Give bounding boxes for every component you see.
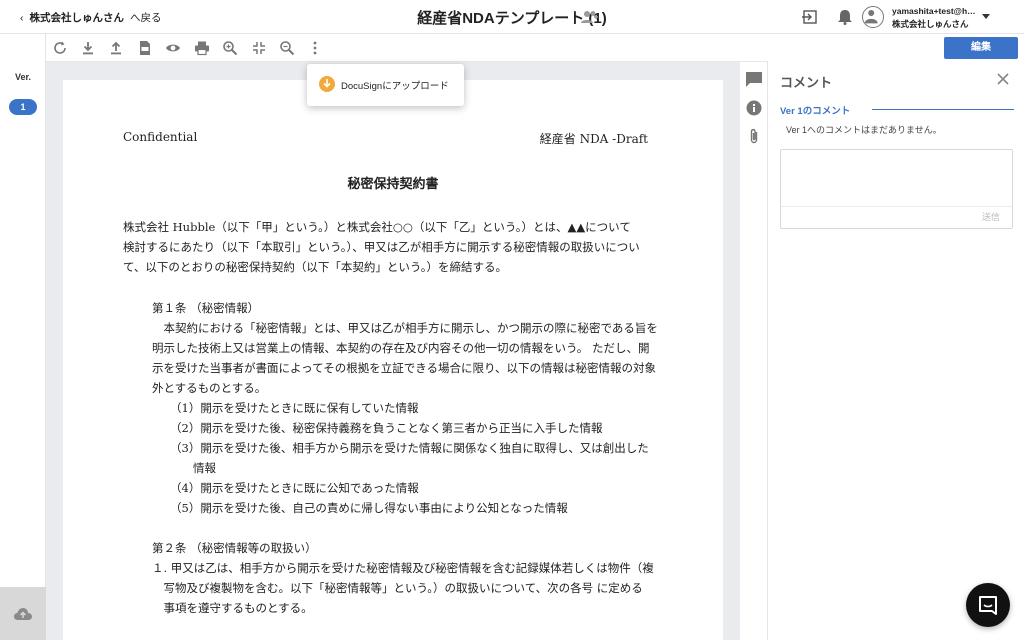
support-chat-button[interactable] — [966, 583, 1010, 627]
version-rail: Ver. 1 — [0, 34, 46, 640]
back-label: へ戻る — [130, 12, 162, 24]
article-1-items: （1）開示を受けたときに既に保有していた情報 （2）開示を受けた後、秘密保持義務… — [170, 398, 649, 518]
bell-icon[interactable] — [836, 9, 854, 25]
back-link[interactable]: ‹ 株式会社しゅんさん へ戻る — [20, 10, 162, 25]
comment-composer: 送信 — [780, 149, 1013, 229]
contract-title: 秘密保持契約書 — [347, 177, 439, 192]
user-org[interactable]: 株式会社しゅんさん — [892, 18, 969, 30]
user-menu-caret-icon[interactable] — [982, 14, 990, 19]
intro-paragraph: 株式会社 Hubble（以下「甲」という。）と株式会社○○（以下「乙」という。）… — [123, 217, 640, 277]
confidential-label: Confidential — [123, 130, 198, 144]
docusign-upload-menu[interactable]: DocuSignにアップロード — [307, 64, 464, 106]
more-icon[interactable] — [307, 40, 323, 56]
composer-divider — [781, 206, 1012, 207]
user-email[interactable]: yamashita+test@hubble-docs.com — [892, 6, 976, 16]
draft-label: 経産省 NDA -Draft — [539, 132, 648, 146]
info-icon[interactable] — [745, 99, 763, 117]
fit-icon[interactable] — [251, 40, 267, 56]
download-icon[interactable] — [80, 40, 96, 56]
comment-version-heading: Ver 1のコメント — [780, 106, 851, 117]
intro-line: 株式会社 Hubble（以下「甲」という。）と株式会社○○（以下「乙」という。）… — [123, 220, 631, 234]
list-item: （1）開示を受けたときに既に保有していた情報 — [170, 401, 419, 415]
comment-panel-title: コメント — [780, 75, 833, 90]
side-tab-strip — [740, 62, 768, 640]
version-badge[interactable]: 1 — [9, 99, 37, 115]
version-label: Ver. — [14, 72, 32, 82]
list-item: （3）開示を受けた後、相手方から開示を受けた情報に関係なく独自に取得し、又は創出… — [170, 441, 649, 455]
article-2: 第２条 （秘密情報等の取扱い） １. 甲又は乙は、相手方から開示を受けた秘密情報… — [152, 538, 654, 618]
article-1-title: 第１条 （秘密情報） — [152, 301, 260, 315]
refresh-icon[interactable] — [52, 40, 68, 56]
docusign-upload-label: DocuSignにアップロード — [341, 81, 449, 92]
attachment-icon[interactable] — [745, 127, 763, 145]
preview-icon[interactable] — [165, 40, 181, 56]
upload-icon[interactable] — [108, 40, 124, 56]
zoom-in-icon[interactable] — [222, 40, 238, 56]
article-1: 第１条 （秘密情報） 本契約における「秘密情報」とは、甲又は乙が相手方に開示し、… — [152, 298, 658, 398]
chevron-left-icon: ‹ — [20, 12, 24, 24]
send-button[interactable]: 送信 — [982, 210, 1000, 223]
exit-icon[interactable] — [801, 9, 819, 25]
edit-button[interactable]: 編集 — [944, 37, 1018, 59]
close-icon[interactable] — [996, 72, 1010, 86]
print-icon[interactable] — [194, 40, 210, 56]
list-item: （4）開示を受けたときに既に公知であった情報 — [170, 481, 419, 495]
intro-line: て、以下のとおりの秘密保持契約（以下「本契約」という。）を締結する。 — [123, 260, 507, 274]
comment-heading-divider — [872, 109, 1014, 110]
comment-icon[interactable] — [745, 70, 763, 88]
comment-empty-message: Ver 1へのコメントはまだありません。 — [786, 125, 942, 135]
user-icon — [864, 10, 878, 24]
document-toolbar — [46, 34, 768, 62]
article-1-line: 外とするものとする。 — [152, 381, 267, 395]
article-2-line: １. 甲又は乙は、相手方から開示を受けた秘密情報及び秘密情報を含む記録媒体若しく… — [152, 561, 654, 575]
add-member-icon[interactable] — [580, 9, 600, 25]
app-header: ‹ 株式会社しゅんさん へ戻る 経産省NDAテンプレート (1) yamashita… — [0, 0, 1024, 34]
article-1-line: 本契約における「秘密情報」とは、甲又は乙が相手方に開示し、かつ開示の際に秘密であ… — [152, 321, 658, 335]
cloud-upload-area[interactable] — [0, 587, 46, 640]
cloud-upload-icon — [14, 607, 32, 620]
article-2-line: 写物及び複製物を含む。以下「秘密情報等」という。）の取扱いについて、次の各号 に… — [152, 581, 643, 595]
list-item: 情報 — [170, 461, 216, 475]
article-1-line: 明示した技術上又は営業上の情報、本契約の存在及び内容その他一切の情報をいう。 た… — [152, 341, 650, 355]
list-item: （2）開示を受けた後、秘密保持義務を負うことなく第三者から正当に入手した情報 — [170, 421, 603, 435]
article-2-line: 事項を遵守するものとする。 — [152, 601, 313, 615]
list-item: （5）開示を受けた後、自己の責めに帰し得ない事由により公知となった情報 — [170, 501, 568, 515]
avatar[interactable] — [862, 6, 884, 28]
pdf-icon[interactable] — [137, 40, 153, 56]
intro-line: 検討するにあたり（以下「本取引」という。）、甲又は乙が相手方に開示する秘密情報の… — [123, 240, 640, 254]
article-2-title: 第２条 （秘密情報等の取扱い） — [152, 541, 317, 555]
zoom-out-icon[interactable] — [279, 40, 295, 56]
docusign-download-icon — [319, 76, 335, 92]
comment-input[interactable] — [781, 150, 1012, 206]
document-viewer[interactable]: Confidential 経産省 NDA -Draft 秘密保持契約書 株式会社… — [46, 62, 740, 640]
comment-panel: コメント Ver 1のコメント Ver 1へのコメントはまだありません。 送信 — [768, 62, 1024, 640]
article-1-line: 示を受けた当事者が書面によってその根拠を立証できる場合に限り、以下の情報は秘密情… — [152, 361, 657, 375]
document-page: Confidential 経産省 NDA -Draft 秘密保持契約書 株式会社… — [63, 80, 723, 640]
chat-icon — [979, 596, 997, 615]
back-org-name: 株式会社しゅんさん — [29, 12, 125, 24]
